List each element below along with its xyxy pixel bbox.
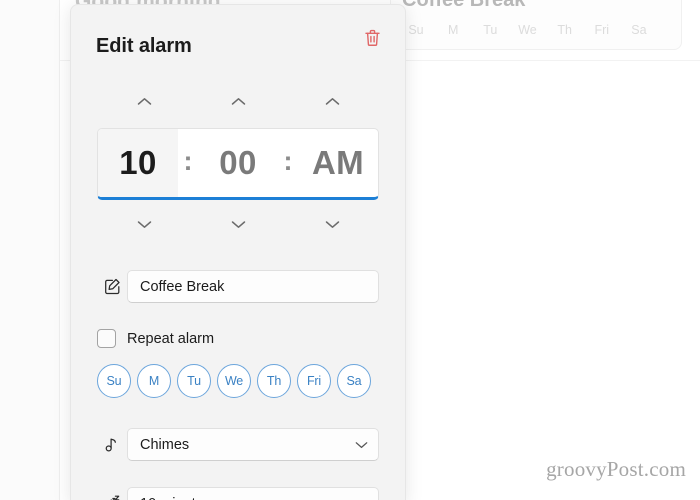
day-chip-th[interactable]: Th [257, 364, 291, 398]
chevron-down-icon [325, 216, 340, 234]
chevron-up-icon [137, 93, 152, 111]
minute-decrement-button[interactable] [191, 208, 285, 242]
chevron-up-icon [231, 93, 246, 111]
minute-value[interactable]: 00 [198, 129, 278, 197]
period-value[interactable]: AM [298, 129, 378, 197]
background-day-label: Sa [631, 23, 647, 37]
hour-increment-button[interactable] [97, 85, 191, 119]
pencil-edit-icon [97, 278, 127, 295]
chevron-up-icon [325, 93, 340, 111]
snooze-bell-icon [97, 495, 127, 500]
day-chip-sa[interactable]: Sa [337, 364, 371, 398]
background-day-label: Fri [594, 23, 610, 37]
hour-decrement-button[interactable] [97, 208, 191, 242]
repeat-alarm-row: Repeat alarm [97, 329, 379, 348]
edit-alarm-dialog: Edit alarm 10: 00: AM Coffee Break Rep… [70, 4, 406, 500]
day-selector: Su M Tu We Th Fri Sa [97, 364, 379, 398]
chevron-down-icon [137, 216, 152, 234]
time-increment-row [97, 85, 379, 119]
alarm-sound-dropdown[interactable]: Chimes [127, 428, 379, 461]
background-day-label: M [447, 23, 459, 37]
snooze-duration-row: 10 minutes [97, 487, 379, 500]
hour-value[interactable]: 10 [98, 129, 178, 197]
background-nav-rail [0, 0, 60, 500]
alarm-name-row [97, 270, 379, 303]
delete-alarm-button[interactable] [357, 24, 387, 54]
snooze-duration-value: 10 minutes [140, 496, 211, 500]
page-title: Edit alarm [96, 35, 192, 57]
background-alarm-title: Coffee Break [402, 0, 526, 11]
repeat-alarm-checkbox[interactable] [97, 329, 116, 348]
chevron-down-icon [355, 441, 368, 449]
time-display: 10 : 00 : AM [97, 128, 379, 200]
day-chip-fri[interactable]: Fri [297, 364, 331, 398]
snooze-duration-dropdown[interactable]: 10 minutes [127, 487, 379, 500]
day-chip-tu[interactable]: Tu [177, 364, 211, 398]
time-picker: 10 : 00 : AM [97, 85, 379, 242]
day-chip-su[interactable]: Su [97, 364, 131, 398]
dialog-header: Edit alarm [71, 5, 405, 69]
alarm-sound-value: Chimes [140, 436, 190, 453]
period-decrement-button[interactable] [285, 208, 379, 242]
background-day-label: Su [408, 23, 424, 37]
day-chip-we[interactable]: We [217, 364, 251, 398]
time-decrement-row [97, 208, 379, 242]
background-day-labels: Su M Tu We Th Fri Sa [405, 23, 650, 37]
trash-icon [364, 29, 381, 50]
minute-increment-button[interactable] [191, 85, 285, 119]
watermark: groovyPost.com [546, 457, 686, 481]
repeat-alarm-label: Repeat alarm [127, 330, 215, 347]
time-colon-separator: : [283, 146, 293, 176]
music-note-icon [97, 436, 127, 454]
background-day-label: Th [557, 23, 572, 37]
chevron-down-icon [231, 216, 246, 234]
alarm-sound-row: Chimes [97, 428, 379, 461]
time-colon-separator: : [183, 146, 193, 176]
period-increment-button[interactable] [285, 85, 379, 119]
day-chip-m[interactable]: M [137, 364, 171, 398]
alarm-name-input[interactable] [127, 270, 379, 303]
background-day-label: Tu [483, 23, 498, 37]
background-day-label: We [518, 23, 537, 37]
